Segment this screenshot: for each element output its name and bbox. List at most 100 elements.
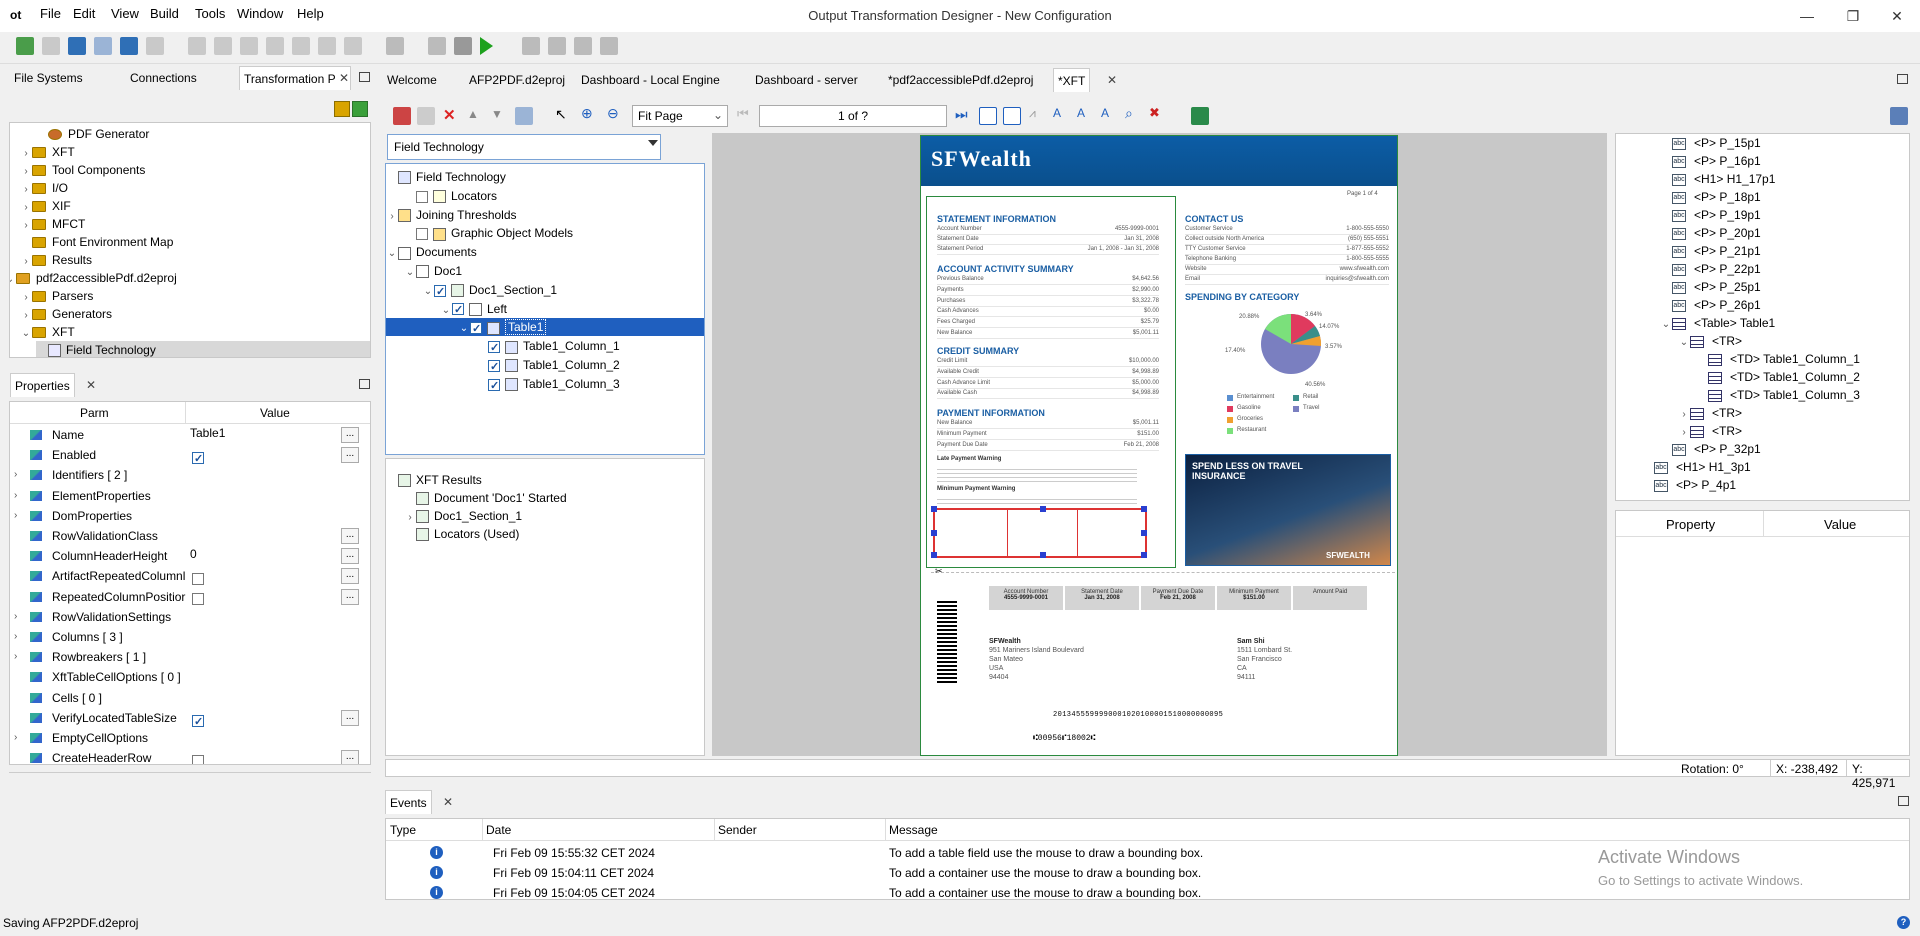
tree-item-pdf2accessiblepdf-d2eproj[interactable]: ⌄ pdf2accessiblePdf.d2eproj bbox=[10, 269, 177, 287]
maximize-panel-icon[interactable] bbox=[1897, 74, 1908, 84]
structure-item[interactable]: abc <H1> H1_3p1 bbox=[1642, 458, 1751, 476]
structure-item[interactable]: abc <P> P_22p1 bbox=[1660, 260, 1761, 278]
ellipsis-button[interactable]: ... bbox=[341, 427, 359, 443]
font-color-icon[interactable]: A bbox=[1101, 106, 1109, 120]
chevron-right-icon[interactable]: › bbox=[14, 466, 17, 484]
tab-xft[interactable]: *XFT bbox=[1053, 68, 1091, 92]
new-field-icon[interactable] bbox=[393, 107, 411, 125]
tree-item-xft[interactable]: › XFT bbox=[20, 143, 74, 161]
chevron-right-icon[interactable]: › bbox=[386, 208, 398, 226]
property-row[interactable]: › Rowbreakers [ 1 ] bbox=[10, 648, 370, 666]
delete-icon[interactable]: ✕ bbox=[443, 106, 456, 124]
xft-item-joining-thresholds[interactable]: › Joining Thresholds bbox=[386, 206, 704, 224]
engine-icon[interactable] bbox=[454, 37, 472, 55]
property-row[interactable]: RepeatedColumnPositior... bbox=[10, 588, 370, 606]
monitor-icon[interactable] bbox=[548, 37, 566, 55]
save-all-icon[interactable] bbox=[120, 37, 138, 55]
xft-item-field-technology[interactable]: Field Technology bbox=[386, 168, 704, 186]
clear-icon[interactable]: ✖ bbox=[1149, 105, 1160, 121]
zoom-in-icon[interactable]: ⊕ bbox=[581, 105, 593, 122]
checkbox[interactable] bbox=[434, 283, 446, 301]
ellipsis-button[interactable]: ... bbox=[341, 709, 359, 726]
zoom-out-icon[interactable]: ⊖ bbox=[607, 105, 619, 122]
property-row[interactable]: RowValidationClass... bbox=[10, 527, 370, 545]
tab-dashboard-local-engine[interactable]: Dashboard - Local Engine bbox=[577, 68, 724, 92]
result-item-locators-used[interactable]: Locators (Used) bbox=[404, 525, 519, 543]
print-icon[interactable] bbox=[146, 37, 164, 55]
tab-pdf2accessiblepdf-d2eproj[interactable]: *pdf2accessiblePdf.d2eproj bbox=[884, 68, 1037, 92]
chevron-right-icon[interactable]: › bbox=[14, 608, 17, 626]
ellipsis-button[interactable]: ... bbox=[341, 548, 359, 565]
structure-item[interactable]: <TD> Table1_Column_2 bbox=[1696, 368, 1860, 386]
ellipsis-button[interactable]: ... bbox=[341, 568, 359, 585]
font-bold-icon[interactable]: A bbox=[1077, 106, 1085, 120]
chevron-right-icon[interactable]: › bbox=[14, 487, 17, 505]
tree-item-parsers[interactable]: › Parsers bbox=[20, 287, 93, 305]
xft-item-table1-column-2[interactable]: Table1_Column_2 bbox=[386, 356, 704, 376]
deploy-icon[interactable] bbox=[522, 37, 540, 55]
tab-file-systems[interactable]: File Systems bbox=[10, 66, 87, 90]
tree-item-i-o[interactable]: › I/O bbox=[20, 179, 68, 197]
server-icon[interactable] bbox=[574, 37, 592, 55]
config-icon[interactable] bbox=[386, 37, 404, 55]
history-icon[interactable] bbox=[344, 37, 362, 55]
chevron-right-icon[interactable]: › bbox=[14, 729, 17, 747]
add-project-icon[interactable] bbox=[352, 101, 368, 117]
property-row[interactable]: › Identifiers [ 2 ] bbox=[10, 466, 370, 484]
checkbox[interactable] bbox=[416, 190, 428, 203]
export-pdf-icon[interactable] bbox=[1191, 107, 1209, 125]
tree-item-pdf-generator[interactable]: PDF Generator bbox=[36, 125, 149, 143]
checkbox[interactable] bbox=[488, 377, 500, 395]
xft-item-locators[interactable]: Locators bbox=[386, 187, 704, 205]
ellipsis-button[interactable]: ... bbox=[341, 750, 359, 764]
xft-item-left[interactable]: ⌄ Left bbox=[386, 300, 704, 319]
property-row[interactable]: › EmptyCellOptions bbox=[10, 729, 370, 747]
structure-item[interactable]: abc <P> P_19p1 bbox=[1660, 206, 1761, 224]
property-checkbox[interactable] bbox=[192, 450, 204, 468]
structure-item[interactable]: ⌄ <Table> Table1 bbox=[1660, 314, 1775, 332]
structure-item[interactable]: abc <P> P_25p1 bbox=[1660, 278, 1761, 296]
chevron-down-icon[interactable]: ⌄ bbox=[458, 320, 470, 338]
xft-item-doc1[interactable]: ⌄ Doc1 bbox=[386, 262, 704, 280]
chevron-right-icon[interactable]: › bbox=[14, 507, 17, 525]
chevron-down-icon[interactable]: ⌄ bbox=[422, 283, 434, 301]
fit-width-icon[interactable] bbox=[979, 107, 997, 125]
checkbox[interactable] bbox=[470, 320, 482, 338]
tree-item-font-environment-map[interactable]: Font Environment Map bbox=[20, 233, 173, 251]
structure-item[interactable]: abc <H1> H1_17p1 bbox=[1660, 170, 1775, 188]
run-icon[interactable] bbox=[480, 37, 493, 55]
structure-item[interactable]: abc <P> P_16p1 bbox=[1660, 152, 1761, 170]
tree-item-xif[interactable]: › XIF bbox=[20, 197, 70, 215]
ellipsis-button[interactable]: ... bbox=[341, 588, 359, 605]
property-checkbox[interactable] bbox=[192, 593, 204, 606]
network-icon[interactable] bbox=[600, 37, 618, 55]
build-icon[interactable] bbox=[428, 37, 446, 55]
maximize-button[interactable]: ❐ bbox=[1830, 4, 1876, 28]
ellipsis-button[interactable]: ... bbox=[341, 528, 359, 544]
xft-item-table1-column-3[interactable]: Table1_Column_3 bbox=[386, 375, 704, 395]
structure-item[interactable]: abc <P> P_20p1 bbox=[1660, 224, 1761, 242]
structure-item[interactable]: <TD> Table1_Column_3 bbox=[1696, 386, 1860, 404]
close-icon[interactable]: ✕ bbox=[443, 795, 453, 809]
property-row[interactable]: ColumnHeaderHeight 0... bbox=[10, 547, 370, 565]
structure-item[interactable]: abc <P> P_21p1 bbox=[1660, 242, 1761, 260]
structure-item[interactable]: abc <P> P_18p1 bbox=[1660, 188, 1761, 206]
property-row[interactable]: CreateHeaderRow... bbox=[10, 749, 370, 764]
structure-item[interactable]: abc <P> P_4p1 bbox=[1642, 476, 1736, 494]
property-checkbox[interactable] bbox=[192, 713, 204, 731]
font-icon[interactable]: A bbox=[1053, 106, 1061, 120]
checkbox[interactable] bbox=[416, 228, 428, 241]
fit-height-icon[interactable] bbox=[1003, 107, 1021, 125]
tab-properties[interactable]: Properties bbox=[10, 373, 75, 397]
structure-item[interactable]: abc <P> P_26p1 bbox=[1660, 296, 1761, 314]
save-icon[interactable] bbox=[68, 37, 86, 55]
property-value[interactable]: Table1 bbox=[190, 424, 225, 442]
property-row[interactable]: ArtifactRepeatedColumnl... bbox=[10, 567, 370, 586]
notification-icon[interactable]: ? bbox=[1897, 916, 1910, 929]
tab-afp2pdf-d2eproj[interactable]: AFP2PDF.d2eproj bbox=[465, 68, 569, 92]
first-page-icon[interactable]: ⏮ bbox=[737, 106, 749, 122]
structure-item[interactable]: › <TR> bbox=[1678, 404, 1742, 422]
undo-icon[interactable] bbox=[292, 37, 310, 55]
copy-icon[interactable] bbox=[214, 37, 232, 55]
property-checkbox[interactable] bbox=[192, 755, 204, 764]
